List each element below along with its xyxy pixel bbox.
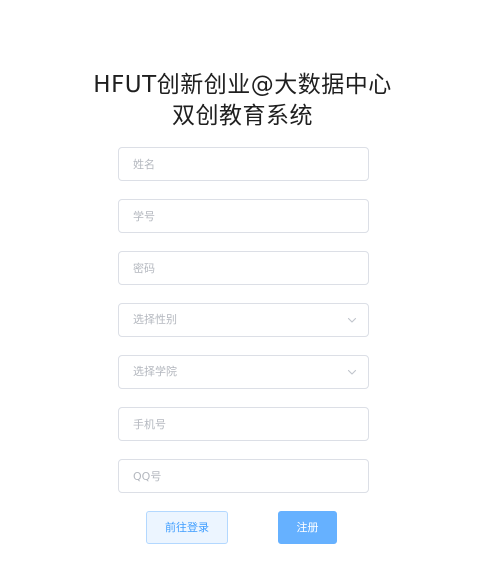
go-to-login-button[interactable]: 前往登录 [146, 511, 228, 544]
page-title: HFUT创新创业@大数据中心 双创教育系统 [0, 70, 485, 132]
name-field [118, 147, 369, 181]
phone-input[interactable] [119, 408, 368, 440]
password-input[interactable] [119, 252, 368, 284]
title-line-1: HFUT创新创业@大数据中心 [93, 72, 392, 98]
college-select[interactable]: 选择学院 [118, 355, 369, 389]
name-input[interactable] [119, 148, 368, 180]
gender-select-placeholder: 选择性别 [133, 313, 177, 326]
title-line-2: 双创教育系统 [172, 103, 313, 129]
phone-field [118, 407, 369, 441]
chevron-down-icon [347, 317, 357, 323]
gender-select[interactable]: 选择性别 [118, 303, 369, 337]
register-page: HFUT创新创业@大数据中心 双创教育系统 选择性别 选择学院 前往登录 注册 [0, 0, 485, 571]
qq-input[interactable] [119, 460, 368, 492]
college-select-placeholder: 选择学院 [133, 365, 177, 378]
password-field [118, 251, 369, 285]
qq-field [118, 459, 369, 493]
student-id-field [118, 199, 369, 233]
register-button[interactable]: 注册 [278, 511, 337, 544]
chevron-down-icon [347, 369, 357, 375]
student-id-input[interactable] [119, 200, 368, 232]
